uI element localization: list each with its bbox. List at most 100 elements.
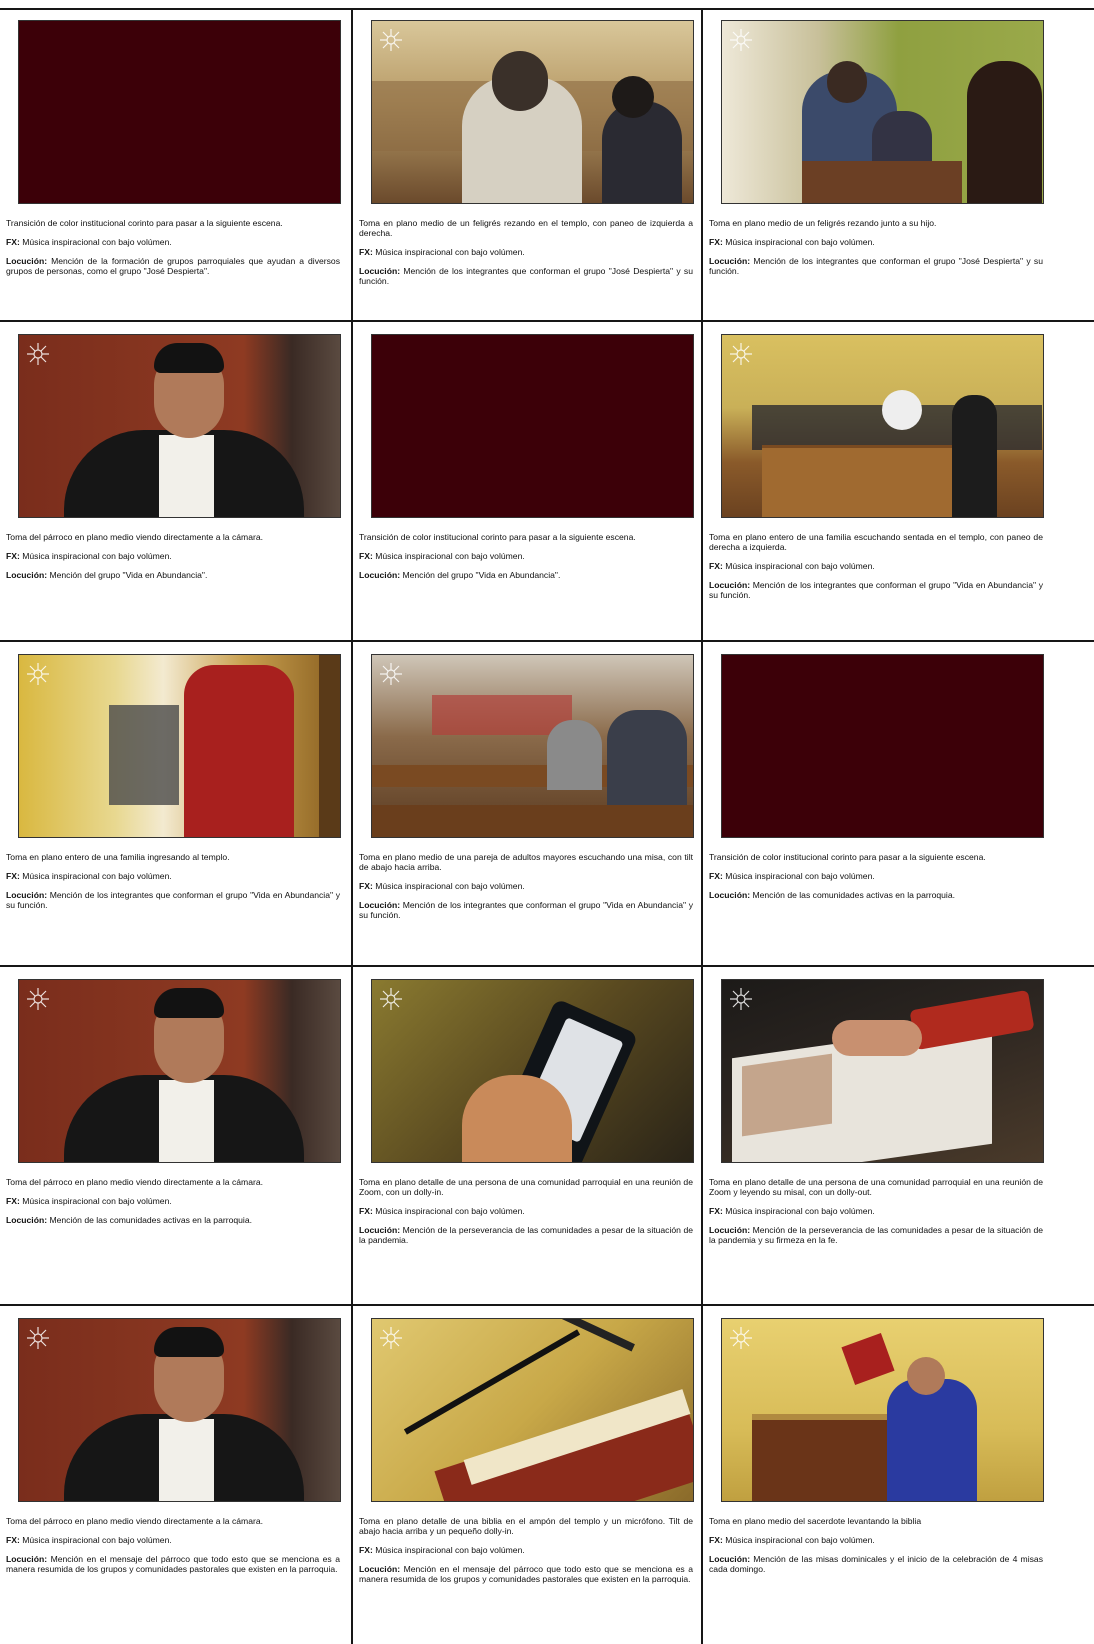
photo-priest xyxy=(18,1318,341,1502)
shot-text: Toma en plano entero de una familia ingr… xyxy=(6,852,230,862)
photo-missal-reading xyxy=(721,979,1044,1163)
fx-text: Música inspiracional con bajo volúmen. xyxy=(725,1206,875,1216)
locucion-label: Locución: xyxy=(6,890,48,900)
scene-description: Toma en plano entero de una familia ingr… xyxy=(6,852,340,919)
scene-description: Toma en plano detalle de una persona de … xyxy=(709,1177,1043,1254)
shot-text: Toma en plano entero de una familia escu… xyxy=(709,532,1043,552)
scene-description: Transición de color institucional corint… xyxy=(709,852,1043,909)
locucion-label: Locución: xyxy=(709,890,751,900)
fx-label: FX: xyxy=(709,1206,723,1216)
transition-frame xyxy=(721,654,1044,838)
parish-logo-icon xyxy=(380,1327,402,1349)
shot-text: Toma en plano medio de un feligrés rezan… xyxy=(359,218,693,238)
shot-text: Toma en plano medio del sacerdote levant… xyxy=(709,1516,922,1526)
locucion-label: Locución: xyxy=(359,266,401,276)
scene-description: Toma en plano entero de una familia escu… xyxy=(709,532,1043,609)
fx-text: Música inspiracional con bajo volúmen. xyxy=(725,1535,875,1545)
parish-logo-icon xyxy=(380,663,402,685)
scene-description: Transición de color institucional corint… xyxy=(6,218,340,285)
photo-priest-raising-bible xyxy=(721,1318,1044,1502)
photo-father-son xyxy=(721,20,1044,204)
fx-text: Música inspiracional con bajo volúmen. xyxy=(375,247,525,257)
parish-logo-icon xyxy=(730,1327,752,1349)
scene-description: Toma en plano medio de una pareja de adu… xyxy=(359,852,693,929)
photo-family-entering xyxy=(18,654,341,838)
fx-text: Música inspiracional con bajo volúmen. xyxy=(22,1535,172,1545)
locucion-text: Mención de las comunidades activas en la… xyxy=(49,1215,253,1225)
locucion-text: Mención de la perseverancia de las comun… xyxy=(359,1225,694,1245)
photo-priest xyxy=(18,334,341,518)
fx-text: Música inspiracional con bajo volúmen. xyxy=(375,551,525,561)
shot-text: Toma en plano detalle de una biblia en e… xyxy=(359,1516,693,1536)
locucion-text: Mención de las misas dominicales y el in… xyxy=(709,1554,1043,1574)
shot-text: Transición de color institucional corint… xyxy=(359,532,636,542)
photo-man-praying xyxy=(371,20,694,204)
fx-label: FX: xyxy=(6,551,20,561)
shot-text: Transición de color institucional corint… xyxy=(709,852,986,862)
scene-cell: Toma en plano entero de una familia escu… xyxy=(703,322,1094,640)
parish-logo-icon xyxy=(27,988,49,1010)
parish-logo-icon xyxy=(27,663,49,685)
locucion-label: Locución: xyxy=(709,1554,751,1564)
scene-description: Toma en plano detalle de una biblia en e… xyxy=(359,1516,693,1593)
scene-cell: Transición de color institucional corint… xyxy=(353,322,701,640)
parish-logo-icon xyxy=(730,29,752,51)
parish-logo-icon xyxy=(27,1327,49,1349)
locucion-label: Locución: xyxy=(709,1225,751,1235)
photo-priest xyxy=(18,979,341,1163)
scene-description: Toma en plano medio de un feligrés rezan… xyxy=(709,218,1043,285)
locucion-text: Mención en el mensaje del párroco que to… xyxy=(359,1564,694,1584)
scene-description: Toma en plano medio de un feligrés rezan… xyxy=(359,218,693,295)
scene-description: Toma del párroco en plano medio viendo d… xyxy=(6,532,340,589)
transition-frame xyxy=(371,334,694,518)
fx-label: FX: xyxy=(359,881,373,891)
fx-label: FX: xyxy=(709,1535,723,1545)
locucion-label: Locución: xyxy=(359,1225,401,1235)
fx-text: Música inspiracional con bajo volúmen. xyxy=(375,1545,525,1555)
scene-description: Transición de color institucional corint… xyxy=(359,532,693,589)
locucion-text: Mención de los integrantes que conforman… xyxy=(359,900,693,920)
fx-text: Música inspiracional con bajo volúmen. xyxy=(375,1206,525,1216)
locucion-label: Locución: xyxy=(6,570,48,580)
fx-label: FX: xyxy=(359,1206,373,1216)
parish-logo-icon xyxy=(27,343,49,365)
locucion-text: Mención del grupo "Vida en Abundancia". xyxy=(402,570,561,580)
fx-label: FX: xyxy=(709,237,723,247)
locucion-text: Mención del grupo "Vida en Abundancia". xyxy=(49,570,208,580)
scene-description: Toma en plano medio del sacerdote levant… xyxy=(709,1516,1043,1583)
locucion-text: Mención de los integrantes que conforman… xyxy=(709,256,1043,276)
locucion-label: Locución: xyxy=(359,570,401,580)
scene-cell: Toma en plano detalle de una persona de … xyxy=(353,967,701,1304)
fx-label: FX: xyxy=(6,237,20,247)
locucion-label: Locución: xyxy=(359,900,401,910)
fx-label: FX: xyxy=(6,1196,20,1206)
fx-label: FX: xyxy=(709,871,723,881)
shot-text: Toma en plano medio de un feligrés rezan… xyxy=(709,218,937,228)
parish-logo-icon xyxy=(380,988,402,1010)
scene-cell: Toma en plano entero de una familia ingr… xyxy=(0,642,351,965)
fx-text: Música inspiracional con bajo volúmen. xyxy=(22,551,172,561)
photo-zoom-phone xyxy=(371,979,694,1163)
shot-text: Toma en plano detalle de una persona de … xyxy=(359,1177,693,1197)
fx-label: FX: xyxy=(359,551,373,561)
fx-label: FX: xyxy=(6,871,20,881)
photo-elderly-couple xyxy=(371,654,694,838)
parish-logo-icon xyxy=(380,29,402,51)
transition-frame xyxy=(18,20,341,204)
locucion-text: Mención en el mensaje del párroco que to… xyxy=(6,1554,341,1574)
locucion-text: Mención de la formación de grupos parroq… xyxy=(6,256,341,276)
locucion-text: Mención de los integrantes que conforman… xyxy=(6,890,340,910)
shot-text: Toma del párroco en plano medio viendo d… xyxy=(6,532,264,542)
shot-text: Toma del párroco en plano medio viendo d… xyxy=(6,1177,264,1187)
scene-description: Toma del párroco en plano medio viendo d… xyxy=(6,1177,340,1234)
scene-cell: Toma en plano medio de una pareja de adu… xyxy=(353,642,701,965)
scene-cell: Transición de color institucional corint… xyxy=(0,8,351,320)
scene-cell: Toma en plano detalle de una persona de … xyxy=(703,967,1094,1304)
photo-bible-microphone xyxy=(371,1318,694,1502)
fx-text: Música inspiracional con bajo volúmen. xyxy=(22,871,172,881)
locucion-label: Locución: xyxy=(6,1215,48,1225)
locucion-text: Mención de los integrantes que conforman… xyxy=(709,580,1043,600)
fx-label: FX: xyxy=(6,1535,20,1545)
fx-label: FX: xyxy=(359,247,373,257)
shot-text: Toma del párroco en plano medio viendo d… xyxy=(6,1516,264,1526)
